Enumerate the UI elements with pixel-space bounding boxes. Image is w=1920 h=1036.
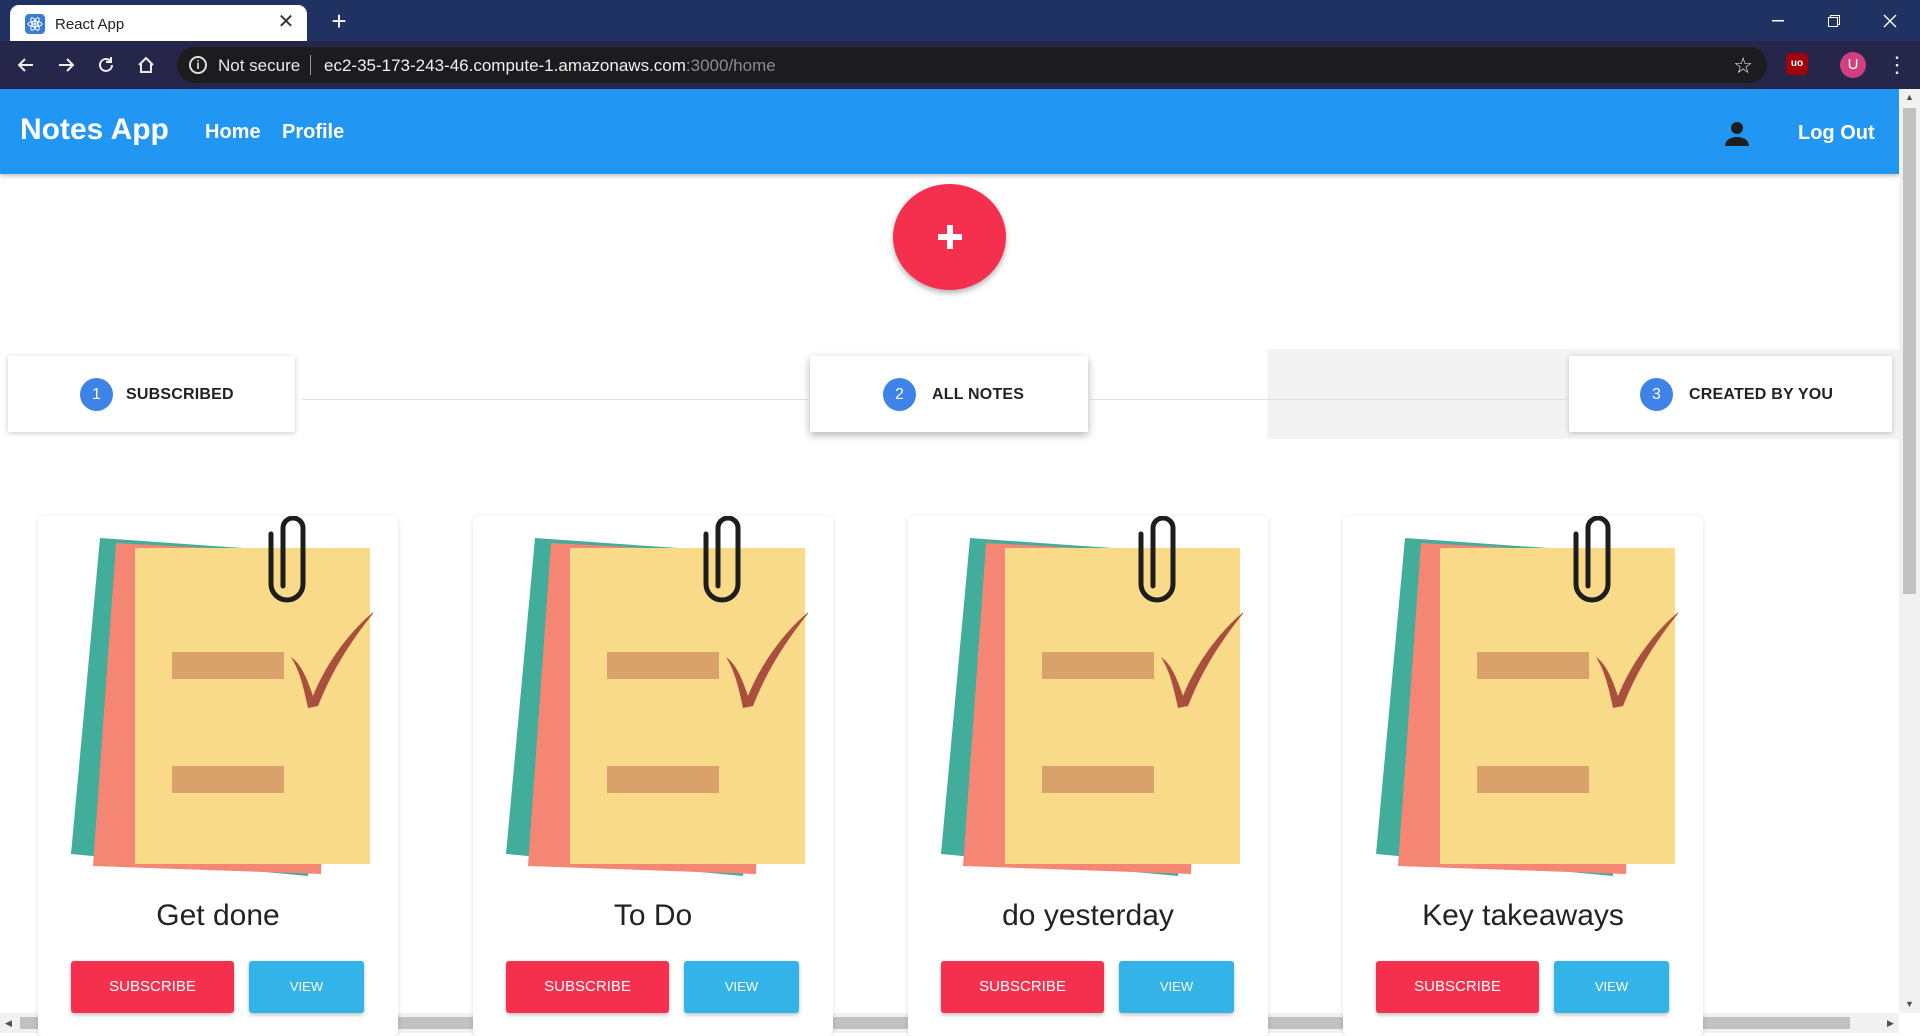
note-card: do yesterday SUBSCRIBE VIEW <box>908 515 1268 1036</box>
step-number: 3 <box>1640 378 1673 411</box>
close-window-icon[interactable] <box>1862 0 1918 41</box>
scroll-up-icon[interactable]: ▲ <box>1899 89 1920 106</box>
subscribe-button[interactable]: SUBSCRIBE <box>506 961 669 1013</box>
note-illustration-icon <box>933 515 1246 876</box>
account-icon[interactable] <box>1723 119 1751 147</box>
app-bar: Notes App Home Profile Log Out <box>0 89 1899 174</box>
step-label: SUBSCRIBED <box>126 386 234 403</box>
subscribe-button[interactable]: SUBSCRIBE <box>71 961 234 1013</box>
note-title: Get done <box>156 899 280 932</box>
back-icon[interactable] <box>12 51 40 79</box>
note-illustration-icon <box>498 515 811 876</box>
browser-tab-strip: React App ✕ + <box>0 0 1920 41</box>
url-host: ec2-35-173-243-46.compute-1.amazonaws.co… <box>324 56 686 75</box>
note-title: Key takeaways <box>1422 899 1624 932</box>
security-status[interactable]: Not secure <box>218 56 300 76</box>
step-connector <box>1090 399 1567 400</box>
new-tab-button[interactable]: + <box>325 7 353 35</box>
restore-icon[interactable] <box>1806 0 1862 41</box>
note-card: Get done SUBSCRIBE VIEW <box>38 515 398 1036</box>
home-icon[interactable] <box>132 51 160 79</box>
note-illustration-icon <box>1368 515 1681 876</box>
note-illustration-icon <box>63 515 376 876</box>
note-card: To Do SUBSCRIBE VIEW <box>473 515 833 1036</box>
tab-title: React App <box>55 16 125 33</box>
profile-avatar[interactable]: U <box>1840 52 1866 78</box>
url-path: :3000/home <box>685 56 776 75</box>
note-title: To Do <box>613 899 693 932</box>
reload-icon[interactable] <box>92 51 120 79</box>
scroll-right-icon[interactable]: ▶ <box>1882 1013 1899 1033</box>
note-card: Key takeaways SUBSCRIBE VIEW <box>1343 515 1703 1036</box>
info-icon[interactable]: i <box>189 56 207 74</box>
app-title[interactable]: Notes App <box>20 113 169 147</box>
plus-icon <box>937 225 962 249</box>
step-label: CREATED BY YOU <box>1689 386 1834 403</box>
step-number: 2 <box>883 378 916 411</box>
step-label: ALL NOTES <box>932 386 1025 403</box>
browser-tab[interactable]: React App ✕ <box>10 5 307 41</box>
step-created-by-you[interactable]: 3 CREATED BY YOU <box>1569 356 1892 432</box>
forward-icon[interactable] <box>52 51 80 79</box>
scroll-left-icon[interactable]: ◀ <box>0 1013 17 1033</box>
add-note-button[interactable] <box>893 184 1006 290</box>
step-subscribed[interactable]: 1 SUBSCRIBED <box>8 356 295 432</box>
url-text[interactable]: ec2-35-173-243-46.compute-1.amazonaws.co… <box>324 56 776 76</box>
step-number: 1 <box>80 378 113 411</box>
view-button[interactable]: VIEW <box>684 961 799 1013</box>
view-button[interactable]: VIEW <box>1554 961 1669 1013</box>
ublock-extension-icon[interactable]: uo <box>1786 53 1808 75</box>
browser-toolbar: i Not secure ec2-35-173-243-46.compute-1… <box>0 41 1920 89</box>
note-title: do yesterday <box>1002 899 1174 932</box>
subscribe-button[interactable]: SUBSCRIBE <box>941 961 1104 1013</box>
step-all-notes[interactable]: 2 ALL NOTES <box>810 356 1088 432</box>
step-connector <box>302 399 808 400</box>
more-menu-icon[interactable]: ⋮ <box>1886 51 1908 79</box>
nav-profile-link[interactable]: Profile <box>282 121 344 144</box>
react-icon <box>25 14 45 34</box>
bookmark-star-icon[interactable]: ☆ <box>1733 53 1753 79</box>
vertical-scroll-thumb[interactable] <box>1903 108 1916 594</box>
scroll-down-icon[interactable]: ▼ <box>1899 996 1920 1013</box>
subscribe-button[interactable]: SUBSCRIBE <box>1376 961 1539 1013</box>
close-tab-icon[interactable]: ✕ <box>275 11 297 33</box>
separator <box>310 55 311 75</box>
minimize-icon[interactable] <box>1750 0 1806 41</box>
vertical-scrollbar[interactable]: ▲ ▼ <box>1899 89 1920 1013</box>
nav-home-link[interactable]: Home <box>205 121 261 144</box>
view-button[interactable]: VIEW <box>249 961 364 1013</box>
view-button[interactable]: VIEW <box>1119 961 1234 1013</box>
address-bar[interactable]: i Not secure ec2-35-173-243-46.compute-1… <box>177 47 1767 83</box>
log-out-button[interactable]: Log Out <box>1798 122 1875 145</box>
